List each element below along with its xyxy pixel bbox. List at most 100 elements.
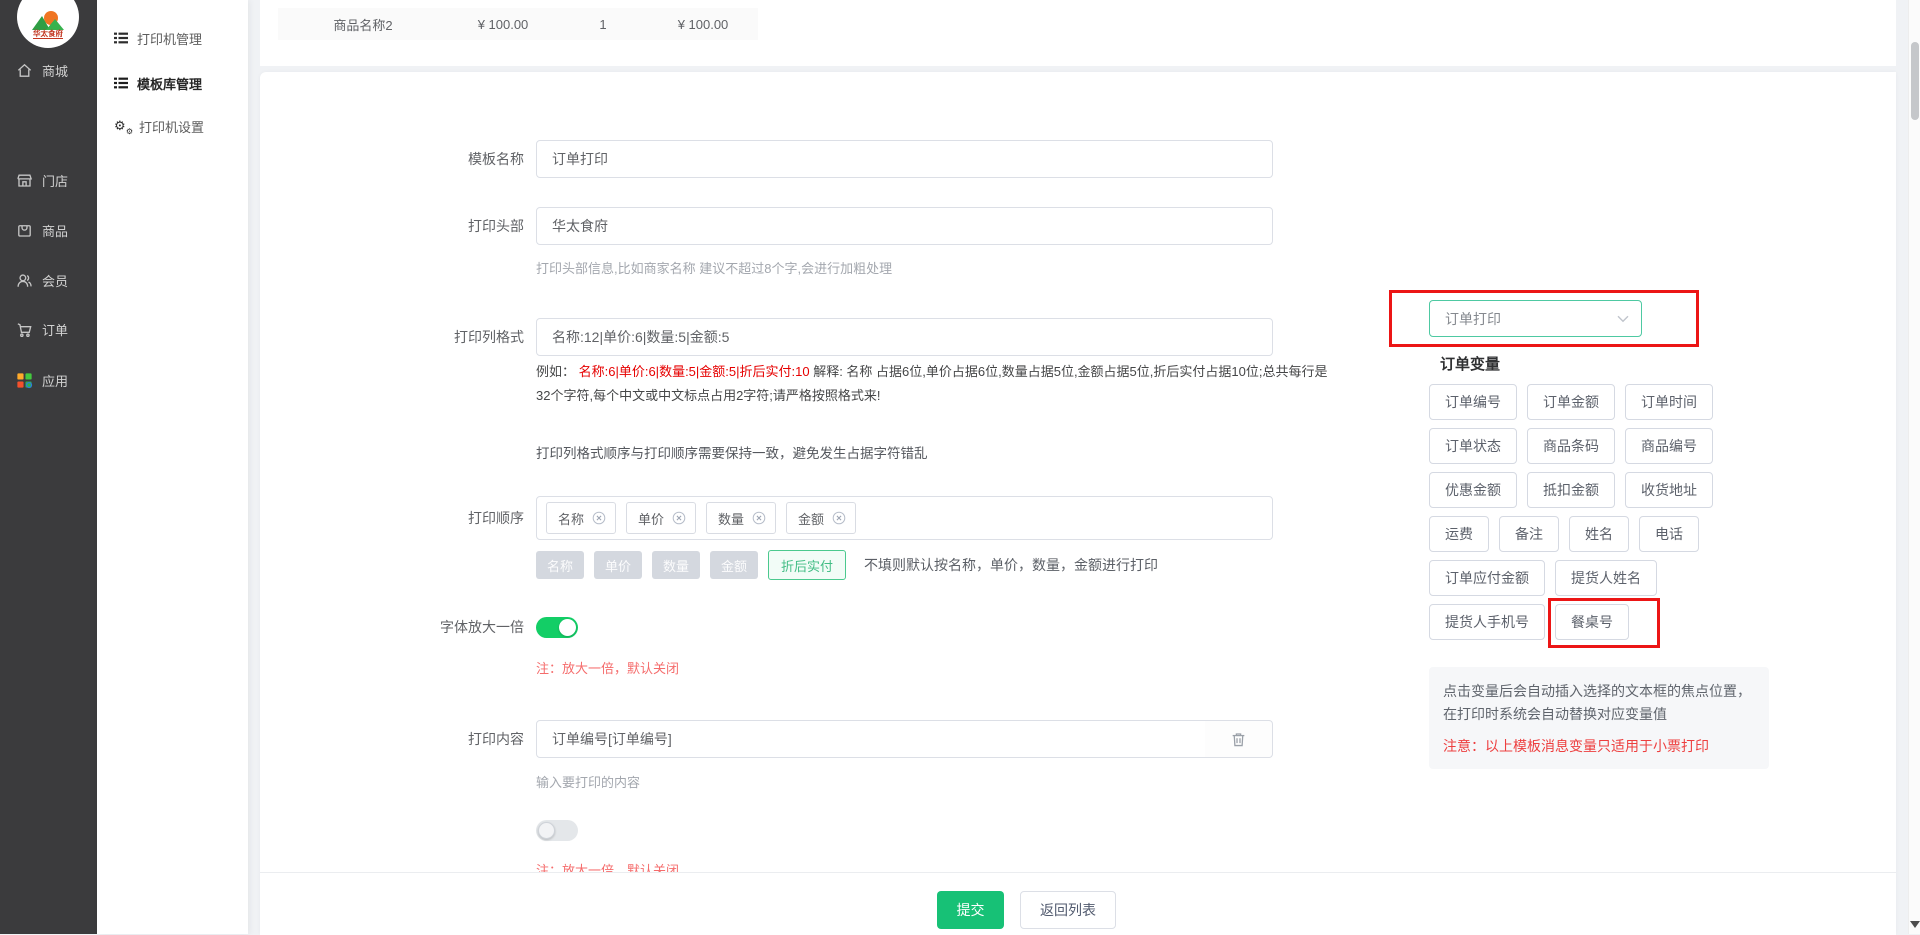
remove-tag-icon[interactable] xyxy=(672,511,686,525)
variable-row: 订单状态 商品条码 商品编号 xyxy=(1429,428,1789,464)
variable-row: 优惠金额 抵扣金额 收货地址 xyxy=(1429,472,1789,508)
form-footer: 提交 返回列表 xyxy=(260,872,1896,935)
print-order-label: 打印顺序 xyxy=(260,496,524,540)
variable-button[interactable]: 提货人姓名 xyxy=(1555,560,1657,596)
variable-button-table-number[interactable]: 餐桌号 xyxy=(1555,604,1629,640)
order-tag-label: 单价 xyxy=(638,509,664,528)
order-tag[interactable]: 金额 xyxy=(786,502,856,534)
store-icon xyxy=(15,171,34,190)
sidebar-item-orders[interactable]: 订单 xyxy=(0,309,97,349)
column-format-example: 例如： 名称:6|单价:6|数量:5|金额:5|折后实付:10 解释: 名称 占… xyxy=(536,360,1328,408)
variable-button[interactable]: 商品条码 xyxy=(1527,428,1615,464)
variable-button[interactable]: 抵扣金额 xyxy=(1527,472,1615,508)
variable-button[interactable]: 订单状态 xyxy=(1429,428,1517,464)
sidebar-item-members[interactable]: 会员 xyxy=(0,260,97,300)
sidebar-item-mall[interactable]: 商城 xyxy=(0,50,97,90)
template-name-label: 模板名称 xyxy=(260,140,524,178)
sidebar-item-goods[interactable]: 商品 xyxy=(0,210,97,250)
table-row: 商品名称2 ¥ 100.00 1 ¥ 100.00 xyxy=(278,8,758,40)
order-tag[interactable]: 数量 xyxy=(706,502,776,534)
variable-row: 运费 备注 姓名 电话 xyxy=(1429,516,1789,552)
sidebar-item-label: 会员 xyxy=(42,271,68,290)
column-format-input[interactable] xyxy=(536,318,1273,356)
variable-button[interactable]: 电话 xyxy=(1639,516,1699,552)
print-order-box[interactable]: 名称 单价 数量 金额 xyxy=(536,496,1273,540)
variable-button[interactable]: 订单金额 xyxy=(1527,384,1615,420)
font-double-toggle[interactable] xyxy=(536,617,578,638)
submenu-item-label: 打印机设置 xyxy=(139,117,204,136)
scroll-down-arrow-icon[interactable] xyxy=(1910,921,1920,928)
submenu-item-printer-management[interactable]: 打印机管理 xyxy=(97,17,248,59)
variable-button[interactable]: 订单编号 xyxy=(1429,384,1517,420)
submit-button[interactable]: 提交 xyxy=(937,891,1004,929)
remove-tag-icon[interactable] xyxy=(832,511,846,525)
order-option-discounted[interactable]: 折后实付 xyxy=(768,550,846,580)
delete-content-button[interactable] xyxy=(1205,720,1273,758)
order-option-qty[interactable]: 数量 xyxy=(652,551,700,579)
cart-icon xyxy=(15,320,34,339)
gears-icon: ⚙⚙ xyxy=(114,118,130,134)
order-option-name[interactable]: 名称 xyxy=(536,551,584,579)
submenu-item-label: 模板库管理 xyxy=(137,74,202,93)
sidebar-item-store[interactable]: 门店 xyxy=(0,160,97,200)
print-content-label: 打印内容 xyxy=(260,720,524,758)
font-double-note: 注：放大一倍，默认关闭 xyxy=(536,658,679,677)
variable-button[interactable]: 商品编号 xyxy=(1625,428,1713,464)
print-header-input[interactable] xyxy=(536,207,1273,245)
print-content-input[interactable] xyxy=(536,720,1206,758)
logo-text: 华太食府 xyxy=(33,30,63,39)
info-warning: 注意：以上模板消息变量只适用于小票打印 xyxy=(1443,736,1755,756)
column-format-note: 打印列格式顺序与打印顺序需要保持一致，避免发生占据字符错乱 xyxy=(536,442,928,462)
cell-amount: ¥ 100.00 xyxy=(648,17,758,32)
window-scrollbar xyxy=(1908,0,1920,934)
sidebar-item-label: 门店 xyxy=(42,171,68,190)
order-tag-label: 数量 xyxy=(718,509,744,528)
logo-art-icon xyxy=(30,10,66,30)
print-header-label: 打印头部 xyxy=(260,207,524,245)
variable-row: 提货人手机号 餐桌号 xyxy=(1429,604,1789,640)
remove-tag-icon[interactable] xyxy=(592,511,606,525)
submenu-item-template-library[interactable]: 模板库管理 xyxy=(97,62,248,104)
info-line-1: 点击变量后会自动插入选择的文本框的焦点位置， xyxy=(1443,680,1755,703)
toggle-knob xyxy=(559,619,576,636)
cell-quantity: 1 xyxy=(558,17,648,32)
variable-button[interactable]: 收货地址 xyxy=(1625,472,1713,508)
extra-toggle[interactable] xyxy=(536,820,578,841)
toggle-knob xyxy=(538,822,555,839)
cell-product-name: 商品名称2 xyxy=(278,15,448,34)
order-tag-label: 金额 xyxy=(798,509,824,528)
template-name-input[interactable] xyxy=(536,140,1273,178)
variable-button[interactable]: 提货人手机号 xyxy=(1429,604,1545,640)
variables-block: 订单编号 订单金额 订单时间 订单状态 商品条码 商品编号 优惠金额 抵扣金额 … xyxy=(1429,384,1789,648)
variable-button[interactable]: 优惠金额 xyxy=(1429,472,1517,508)
template-form-card: 模板名称 打印头部 打印头部信息,比如商家名称 建议不超过8个字,会进行加粗处理… xyxy=(260,72,1896,934)
variable-button[interactable]: 运费 xyxy=(1429,516,1489,552)
example-highlight: 名称:6|单价:6|数量:5|金额:5|折后实付:10 xyxy=(579,364,810,379)
main-sidebar: 华太食府 商城 门店 商品 会员 订单 xyxy=(0,0,97,934)
print-order-options: 名称 单价 数量 金额 折后实付 不填则默认按名称，单价，数量，金额进行打印 xyxy=(536,550,1158,580)
variable-button[interactable]: 订单时间 xyxy=(1625,384,1713,420)
chevron-down-icon xyxy=(1617,315,1629,323)
sidebar-item-label: 应用 xyxy=(42,371,68,390)
remove-tag-icon[interactable] xyxy=(752,511,766,525)
order-option-amount[interactable]: 金额 xyxy=(710,551,758,579)
print-content-help: 输入要打印的内容 xyxy=(536,772,640,791)
secondary-sidebar: 打印机管理 模板库管理 ⚙⚙ 打印机设置 xyxy=(97,0,248,934)
brand-logo[interactable]: 华太食府 xyxy=(17,0,79,48)
scrollbar-thumb[interactable] xyxy=(1911,42,1919,120)
member-icon xyxy=(15,271,34,290)
submenu-item-printer-settings[interactable]: ⚙⚙ 打印机设置 xyxy=(97,105,248,147)
submenu-item-label: 打印机管理 xyxy=(137,29,202,48)
order-tag[interactable]: 名称 xyxy=(546,502,616,534)
template-select-dropdown[interactable]: 订单打印 xyxy=(1429,300,1642,337)
variable-button[interactable]: 姓名 xyxy=(1569,516,1629,552)
order-option-price[interactable]: 单价 xyxy=(594,551,642,579)
back-to-list-button[interactable]: 返回列表 xyxy=(1020,891,1116,929)
variables-title: 订单变量 xyxy=(1440,353,1500,374)
variable-button[interactable]: 备注 xyxy=(1499,516,1559,552)
list-icon xyxy=(114,31,128,45)
sidebar-item-apps[interactable]: 应用 xyxy=(0,360,97,400)
list-icon xyxy=(114,76,128,90)
order-tag[interactable]: 单价 xyxy=(626,502,696,534)
variable-button[interactable]: 订单应付金额 xyxy=(1429,560,1545,596)
